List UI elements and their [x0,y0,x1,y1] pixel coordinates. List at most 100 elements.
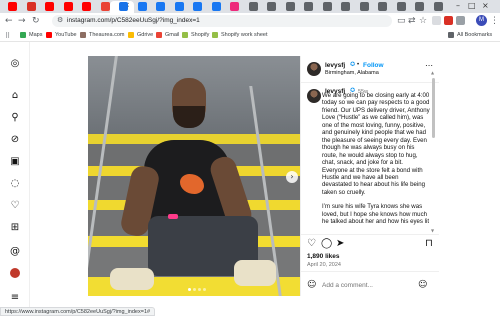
home-icon[interactable]: ⌂ [9,90,21,102]
translate-icon[interactable]: ⇄ [408,15,416,27]
divider [301,234,439,235]
tab-favicon-icon[interactable] [322,2,332,11]
tab-favicon-icon[interactable] [211,2,221,11]
divider [301,82,439,83]
scrollbar-thumb[interactable] [432,78,435,138]
bookmark-star-icon[interactable]: ☆ [419,15,427,27]
forward-icon[interactable]: → [18,15,26,27]
back-icon[interactable]: ← [5,15,13,27]
maps-icon [20,32,26,38]
scroll-down-icon[interactable]: ▼ [431,228,434,233]
tab-favicon-icon[interactable] [341,2,350,11]
follow-button[interactable]: Follow [363,62,384,69]
instagram-icon[interactable]: ◎ [9,58,21,70]
browser-toolbar: ← → ↻ ⚙ instagram.com/p/C582eeUuSgj/?img… [0,13,500,29]
window-close-icon[interactable]: × [482,1,489,10]
tab-favicon-icon[interactable] [396,2,406,11]
carousel-dots [188,288,206,291]
post-date: April 20, 2024 [307,262,341,268]
caption-paragraph: I’m sure his wife Tyra knows she was lov… [322,203,430,225]
carousel-dot [193,288,196,291]
tab-favicon-icon[interactable] [415,2,424,11]
create-icon[interactable]: ⊞ [9,222,21,234]
like-icon[interactable]: ♡ [307,239,316,249]
caption-author-avatar[interactable] [307,89,321,103]
comment-input[interactable]: Add a comment... [322,282,373,289]
browser-tab-strip: × – □ × [0,0,500,13]
emoji-icon[interactable]: ☺ [307,280,316,290]
tab-favicon-icon[interactable] [156,2,165,11]
tab-favicon-icon[interactable] [137,2,147,11]
tab-favicon-icon[interactable] [359,2,369,11]
apps-grid-icon[interactable]: ⠿ [5,30,10,42]
reload-icon[interactable]: ↻ [32,15,40,27]
scroll-up-icon[interactable]: ▲ [431,70,434,75]
bookmark-theaurea[interactable]: Theaurea.com [80,32,124,38]
extension-icon[interactable] [432,16,441,25]
tab-favicon-icon[interactable] [378,2,387,11]
gmail-icon [156,32,162,38]
author-avatar[interactable] [307,62,321,76]
carousel-next-icon[interactable]: › [286,171,298,183]
minimize-icon[interactable]: – [456,1,460,10]
threads-icon[interactable]: @ [9,246,21,258]
all-bookmarks[interactable]: All Bookmarks [448,32,492,38]
tab-favicon-icon[interactable] [433,2,443,11]
profile-avatar-icon[interactable] [10,268,20,278]
theaurea-icon [80,32,86,38]
profile-avatar[interactable]: M [476,15,487,26]
explore-icon[interactable]: ⊘ [9,134,21,146]
browser-menu-icon[interactable]: ⋮ [490,15,499,27]
bookmark-gmail[interactable]: Gmail [156,32,179,38]
address-bar[interactable]: ⚙ instagram.com/p/C582eeUuSgj/?img_index… [52,15,392,27]
bookmark-gdrive[interactable]: Gdrive [128,32,153,38]
address-url[interactable]: instagram.com/p/C582eeUuSgj/?img_index=1 [67,17,200,24]
post-details-panel: levysfj ✪ • Follow Birmingham, Alabama ⋯… [300,56,439,296]
tab-favicon-icon[interactable] [230,2,239,11]
tab-favicon-icon[interactable] [82,2,91,11]
tab-favicon-icon[interactable] [100,2,110,11]
tab-favicon-icon[interactable] [285,2,295,11]
photo-shoe [110,268,154,290]
cast-icon[interactable]: ▭ [397,15,406,27]
author-handle[interactable]: levysfj [325,62,345,69]
tab-favicon-icon[interactable] [193,2,202,11]
tab-favicon-icon[interactable] [267,2,276,11]
youtube-icon [46,32,52,38]
search-icon[interactable]: ⚲ [9,112,21,124]
link-status-bar: https://www.instagram.com/p/C582eeUuSgj/… [0,307,156,316]
bookmark-shopify-work-sheet[interactable]: Shopify work sheet [212,32,267,38]
photo-shoe [234,260,276,286]
tab-favicon-icon[interactable] [248,2,258,11]
bookmark-youtube[interactable]: YouTube [46,32,77,38]
likes-count[interactable]: 1,890 likes [307,253,340,260]
comment-icon[interactable]: ◯ [321,239,332,249]
emoji-picker-icon[interactable]: ☺ [418,280,427,290]
menu-icon[interactable]: ≡ [9,292,21,304]
save-icon[interactable]: ⊓ [425,239,433,249]
bookmark-maps[interactable]: Maps [20,32,42,38]
tab-favicon-icon[interactable] [174,2,184,11]
caption-scrollbar[interactable]: ▲ ▼ [431,60,435,233]
tab-favicon-icon[interactable] [8,2,17,11]
post-location[interactable]: Birmingham, Alabama [325,70,379,76]
tab-favicon-icon[interactable] [119,2,128,11]
shopify-sheet-icon [212,32,218,38]
tab-favicon-icon[interactable] [26,2,36,11]
maximize-icon[interactable]: □ [468,1,476,10]
bookmarks-bar: ⠿ Maps YouTube Theaurea.com Gdrive Gmail… [0,29,500,42]
tab-favicon-icon[interactable] [45,2,54,11]
extension-red-icon[interactable] [444,16,453,25]
extensions-puzzle-icon[interactable] [456,16,465,25]
messenger-icon[interactable]: ◌ [9,178,21,190]
reels-icon[interactable]: ▣ [9,156,21,168]
tab-favicon-icon[interactable] [63,2,73,11]
site-info-icon[interactable]: ⚙ [57,16,63,24]
tab-favicon-icon[interactable] [304,2,313,11]
post-photo[interactable]: › [88,56,300,296]
share-icon[interactable]: ➤ [336,239,344,249]
carousel-dot [188,288,191,291]
verified-badge-icon: ✪ [350,61,356,68]
heart-icon[interactable]: ♡ [9,200,21,212]
bookmark-shopify[interactable]: Shopify [182,32,209,38]
